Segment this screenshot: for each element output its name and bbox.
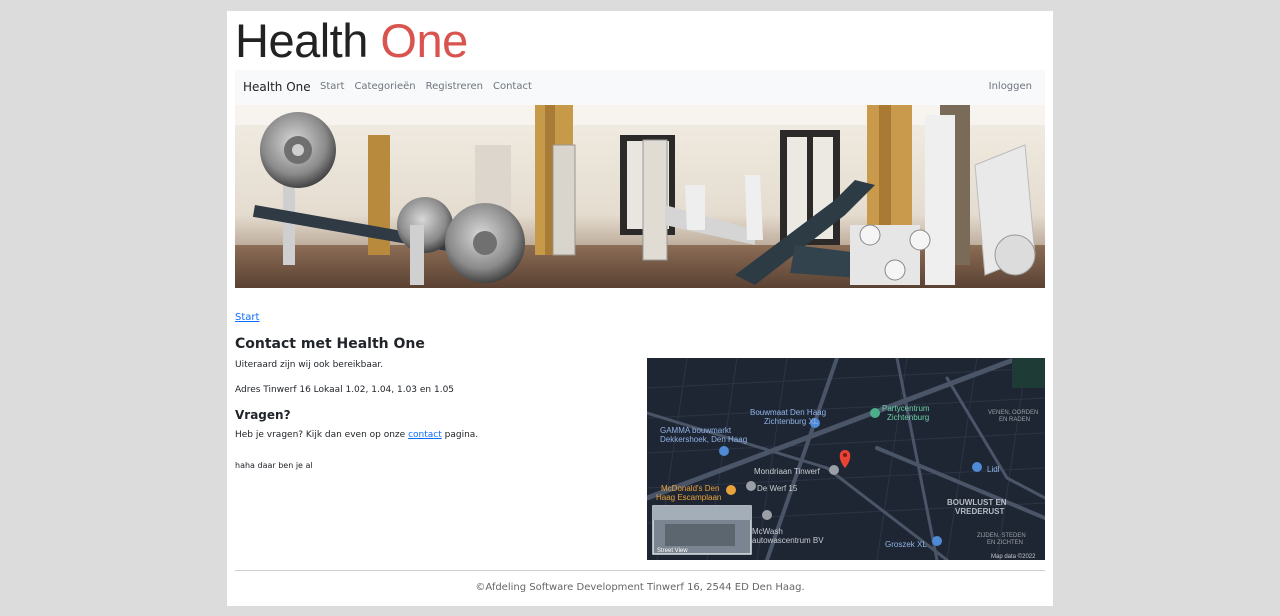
street-view-label: Street View xyxy=(657,548,688,554)
nav-item-start[interactable]: Start xyxy=(320,81,344,92)
embedded-map[interactable]: Bouwmaat Den Haag Zichtenburg XL GAMMA b… xyxy=(647,358,1045,560)
map-label-gamma-2: Dekkershoek, Den Haag xyxy=(660,435,747,444)
nav-links: Start Categorieën Registreren Contact xyxy=(320,81,532,92)
map-label-venen: VENEN, OORDEN xyxy=(988,410,1038,416)
footer-divider xyxy=(235,570,1045,571)
questions-text-after: pagina. xyxy=(444,430,479,440)
navbar: Health One Start Categorieën Registreren… xyxy=(235,70,1045,105)
map-label-gamma: GAMMA bouwmarkt xyxy=(660,426,732,435)
map-label-mcwash-2: autowascentrum BV xyxy=(752,536,824,545)
logo-text-one: One xyxy=(380,14,468,67)
map-label-zijden-2: EN ZICHTEN xyxy=(987,540,1023,546)
hero-gym-image xyxy=(235,105,1045,288)
page-container: Health One Health One Start Categorieën … xyxy=(227,11,1053,606)
nav-item-registreren[interactable]: Registreren xyxy=(426,81,483,92)
nav-item-contact[interactable]: Contact xyxy=(493,81,532,92)
site-logo: Health One xyxy=(235,15,468,67)
breadcrumb-start[interactable]: Start xyxy=(235,312,259,323)
map-label-bouwmaat: Bouwmaat Den Haag xyxy=(750,408,826,417)
page-title: Contact met Health One xyxy=(235,336,425,352)
map-label-zijden: ZIJDEN, STEDEN xyxy=(977,533,1026,539)
map-label-bouwmaat-2: Zichtenburg XL xyxy=(764,417,819,426)
address-text: Adres Tinwerf 16 Lokaal 1.02, 1.04, 1.03… xyxy=(235,385,455,395)
map-label-bouwlust-2: VREDERUST xyxy=(955,507,1004,516)
map-label-bouwlust: BOUWLUST EN xyxy=(947,498,1007,507)
map-label-dewerf: De Werf 15 xyxy=(757,484,798,493)
logo-text-health: Health xyxy=(235,14,368,67)
note-text: haha daar ben je al xyxy=(235,461,313,470)
navbar-brand[interactable]: Health One xyxy=(243,80,311,94)
contact-link[interactable]: contact xyxy=(408,430,442,440)
map-label-lidl: Lidl xyxy=(987,465,1000,474)
map-label-mcdonalds: McDonald's Den xyxy=(661,484,719,493)
map-label-party: Partycentrum xyxy=(882,404,930,413)
map-label-venen-2: EN RADEN xyxy=(999,417,1030,423)
intro-text: Uiteraard zijn wij ook bereikbaar. xyxy=(235,360,384,370)
questions-heading: Vragen? xyxy=(235,408,291,422)
map-label-mcdonalds-2: Haag Escamplaan xyxy=(656,493,721,502)
street-view-thumbnail[interactable]: Street View xyxy=(652,505,752,555)
map-label-party-2: Zichtenburg xyxy=(887,413,929,422)
questions-text: Heb je vragen? Kijk dan even op onze con… xyxy=(235,430,478,440)
nav-item-categorieen[interactable]: Categorieën xyxy=(354,81,415,92)
footer-text: ©Afdeling Software Development Tinwerf 1… xyxy=(475,582,805,593)
map-label-groszek: Groszek XL xyxy=(885,540,927,549)
map-attribution: Map data ©2022 xyxy=(991,553,1036,560)
map-label-mcwash: McWash xyxy=(752,527,783,536)
map-label-mondriaan: Mondriaan Tinwerf xyxy=(754,467,821,476)
questions-text-before: Heb je vragen? Kijk dan even op onze xyxy=(235,430,406,440)
login-link[interactable]: Inloggen xyxy=(989,81,1032,92)
